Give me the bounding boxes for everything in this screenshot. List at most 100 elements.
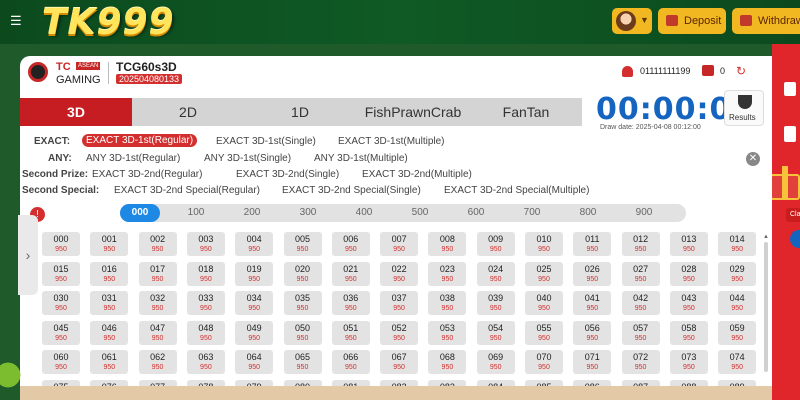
number-cell[interactable]: 051 950 — [331, 320, 370, 345]
number-cell[interactable]: 022 950 — [380, 261, 419, 286]
number-cell[interactable]: 050 950 — [283, 320, 322, 345]
number-cell[interactable]: 072 950 — [621, 350, 660, 374]
option-any-multiple[interactable]: ANY 3D-1st(Multiple) — [314, 153, 408, 164]
number-cell[interactable]: 044 950 — [718, 291, 757, 315]
option-second-special-single[interactable]: EXACT 3D-2nd Special(Single) — [282, 185, 421, 196]
number-cell[interactable]: 058 950 — [669, 320, 708, 345]
number-cell[interactable]: 028 950 — [669, 261, 708, 286]
withdraw-button[interactable]: Withdrawal — [732, 8, 800, 34]
hundred-300[interactable]: 300 — [288, 204, 328, 222]
menu-icon[interactable]: ☰ — [10, 14, 24, 28]
number-cell[interactable]: 000 950 — [42, 232, 80, 256]
number-cell[interactable]: 064 950 — [235, 350, 274, 374]
number-cell[interactable]: 040 950 — [525, 291, 563, 315]
claim-button[interactable]: Claim — [786, 208, 800, 222]
number-cell[interactable]: 067 950 — [380, 350, 419, 374]
tab-3d[interactable]: 3D — [20, 98, 132, 126]
number-cell[interactable]: 017 950 — [138, 261, 177, 286]
avatar-button[interactable]: ▼ — [612, 8, 652, 34]
number-cell[interactable]: 005 950 — [283, 232, 322, 256]
number-cell[interactable]: 074 950 — [718, 350, 757, 374]
number-cell[interactable]: 066 950 — [331, 350, 370, 374]
number-cell[interactable]: 032 950 — [138, 291, 177, 315]
number-cell[interactable]: 021 950 — [331, 261, 370, 286]
number-cell[interactable]: 011 950 — [573, 232, 612, 256]
number-cell[interactable]: 033 950 — [186, 291, 225, 315]
number-cell[interactable]: 052 950 — [380, 320, 419, 345]
number-cell[interactable]: 036 950 — [331, 291, 370, 315]
number-cell[interactable]: 063 950 — [186, 350, 225, 374]
number-cell[interactable]: 031 950 — [90, 291, 129, 315]
option-second-special-multiple[interactable]: EXACT 3D-2nd Special(Multiple) — [444, 185, 589, 196]
number-cell[interactable]: 069 950 — [476, 350, 515, 374]
number-cell[interactable]: 018 950 — [186, 261, 225, 286]
number-cell[interactable]: 055 950 — [525, 320, 563, 345]
number-cell[interactable]: 034 950 — [235, 291, 274, 315]
number-cell[interactable]: 041 950 — [573, 291, 612, 315]
hundred-500[interactable]: 500 — [400, 204, 440, 222]
number-cell[interactable]: 053 950 — [428, 320, 467, 345]
number-cell[interactable]: 012 950 — [621, 232, 660, 256]
number-cell[interactable]: 056 950 — [573, 320, 612, 345]
page-icon[interactable] — [784, 126, 796, 142]
option-exact-single[interactable]: EXACT 3D-1st(Single) — [216, 136, 316, 147]
number-cell[interactable]: 071 950 — [573, 350, 612, 374]
number-cell[interactable]: 023 950 — [428, 261, 467, 286]
number-cell[interactable]: 037 950 — [380, 291, 419, 315]
number-cell[interactable]: 073 950 — [669, 350, 708, 374]
refresh-icon[interactable]: ↻ — [736, 64, 746, 78]
tab-fishprawncrab[interactable]: FishPrawnCrab — [356, 98, 470, 126]
deposit-button[interactable]: Deposit — [658, 8, 726, 34]
number-cell[interactable]: 059 950 — [718, 320, 757, 345]
number-cell[interactable]: 042 950 — [621, 291, 660, 315]
hundred-000[interactable]: 000 — [120, 204, 160, 222]
option-second-special-regular[interactable]: EXACT 3D-2nd Special(Regular) — [114, 185, 260, 196]
number-cell[interactable]: 049 950 — [235, 320, 274, 345]
number-cell[interactable]: 025 950 — [525, 261, 563, 286]
number-cell[interactable]: 068 950 — [428, 350, 467, 374]
number-cell[interactable]: 003 950 — [186, 232, 225, 256]
number-cell[interactable]: 020 950 — [283, 261, 322, 286]
number-cell[interactable]: 061 950 — [90, 350, 129, 374]
number-cell[interactable]: 001 950 — [90, 232, 129, 256]
scroll-up-icon[interactable]: ▲ — [763, 234, 769, 240]
hundred-200[interactable]: 200 — [232, 204, 272, 222]
option-any-single[interactable]: ANY 3D-1st(Single) — [204, 153, 291, 164]
number-cell[interactable]: 019 950 — [235, 261, 274, 286]
number-cell[interactable]: 062 950 — [138, 350, 177, 374]
number-cell[interactable]: 060 950 — [42, 350, 80, 374]
number-cell[interactable]: 008 950 — [428, 232, 467, 256]
number-cell[interactable]: 010 950 — [525, 232, 563, 256]
number-cell[interactable]: 026 950 — [573, 261, 612, 286]
option-second-single[interactable]: EXACT 3D-2nd(Single) — [236, 169, 339, 180]
number-cell[interactable]: 057 950 — [621, 320, 660, 345]
tab-fantan[interactable]: FanTan — [470, 98, 582, 126]
hundred-100[interactable]: 100 — [176, 204, 216, 222]
option-exact-multiple[interactable]: EXACT 3D-1st(Multiple) — [338, 136, 445, 147]
results-button[interactable]: Results — [724, 90, 764, 126]
close-icon[interactable]: ✕ — [746, 152, 760, 166]
number-cell[interactable]: 013 950 — [669, 232, 708, 256]
number-cell[interactable]: 004 950 — [235, 232, 274, 256]
hundred-800[interactable]: 800 — [568, 204, 608, 222]
option-second-regular[interactable]: EXACT 3D-2nd(Regular) — [92, 169, 202, 180]
number-cell[interactable]: 002 950 — [138, 232, 177, 256]
number-cell[interactable]: 030 950 — [42, 291, 80, 315]
number-cell[interactable]: 043 950 — [669, 291, 708, 315]
number-cell[interactable]: 048 950 — [186, 320, 225, 345]
number-cell[interactable]: 024 950 — [476, 261, 515, 286]
number-cell[interactable]: 035 950 — [283, 291, 322, 315]
hundred-400[interactable]: 400 — [344, 204, 384, 222]
number-cell[interactable]: 045 950 — [42, 320, 80, 345]
number-cell[interactable]: 039 950 — [476, 291, 515, 315]
number-cell[interactable]: 029 950 — [718, 261, 757, 286]
tab-1d[interactable]: 1D — [244, 98, 356, 126]
number-cell[interactable]: 007 950 — [380, 232, 419, 256]
number-cell[interactable]: 027 950 — [621, 261, 660, 286]
number-cell[interactable]: 009 950 — [476, 232, 515, 256]
hundred-700[interactable]: 700 — [512, 204, 552, 222]
grid-scrollbar[interactable] — [764, 242, 768, 372]
number-cell[interactable]: 016 950 — [90, 261, 129, 286]
option-any-regular[interactable]: ANY 3D-1st(Regular) — [86, 153, 180, 164]
number-cell[interactable]: 015 950 — [42, 261, 80, 286]
